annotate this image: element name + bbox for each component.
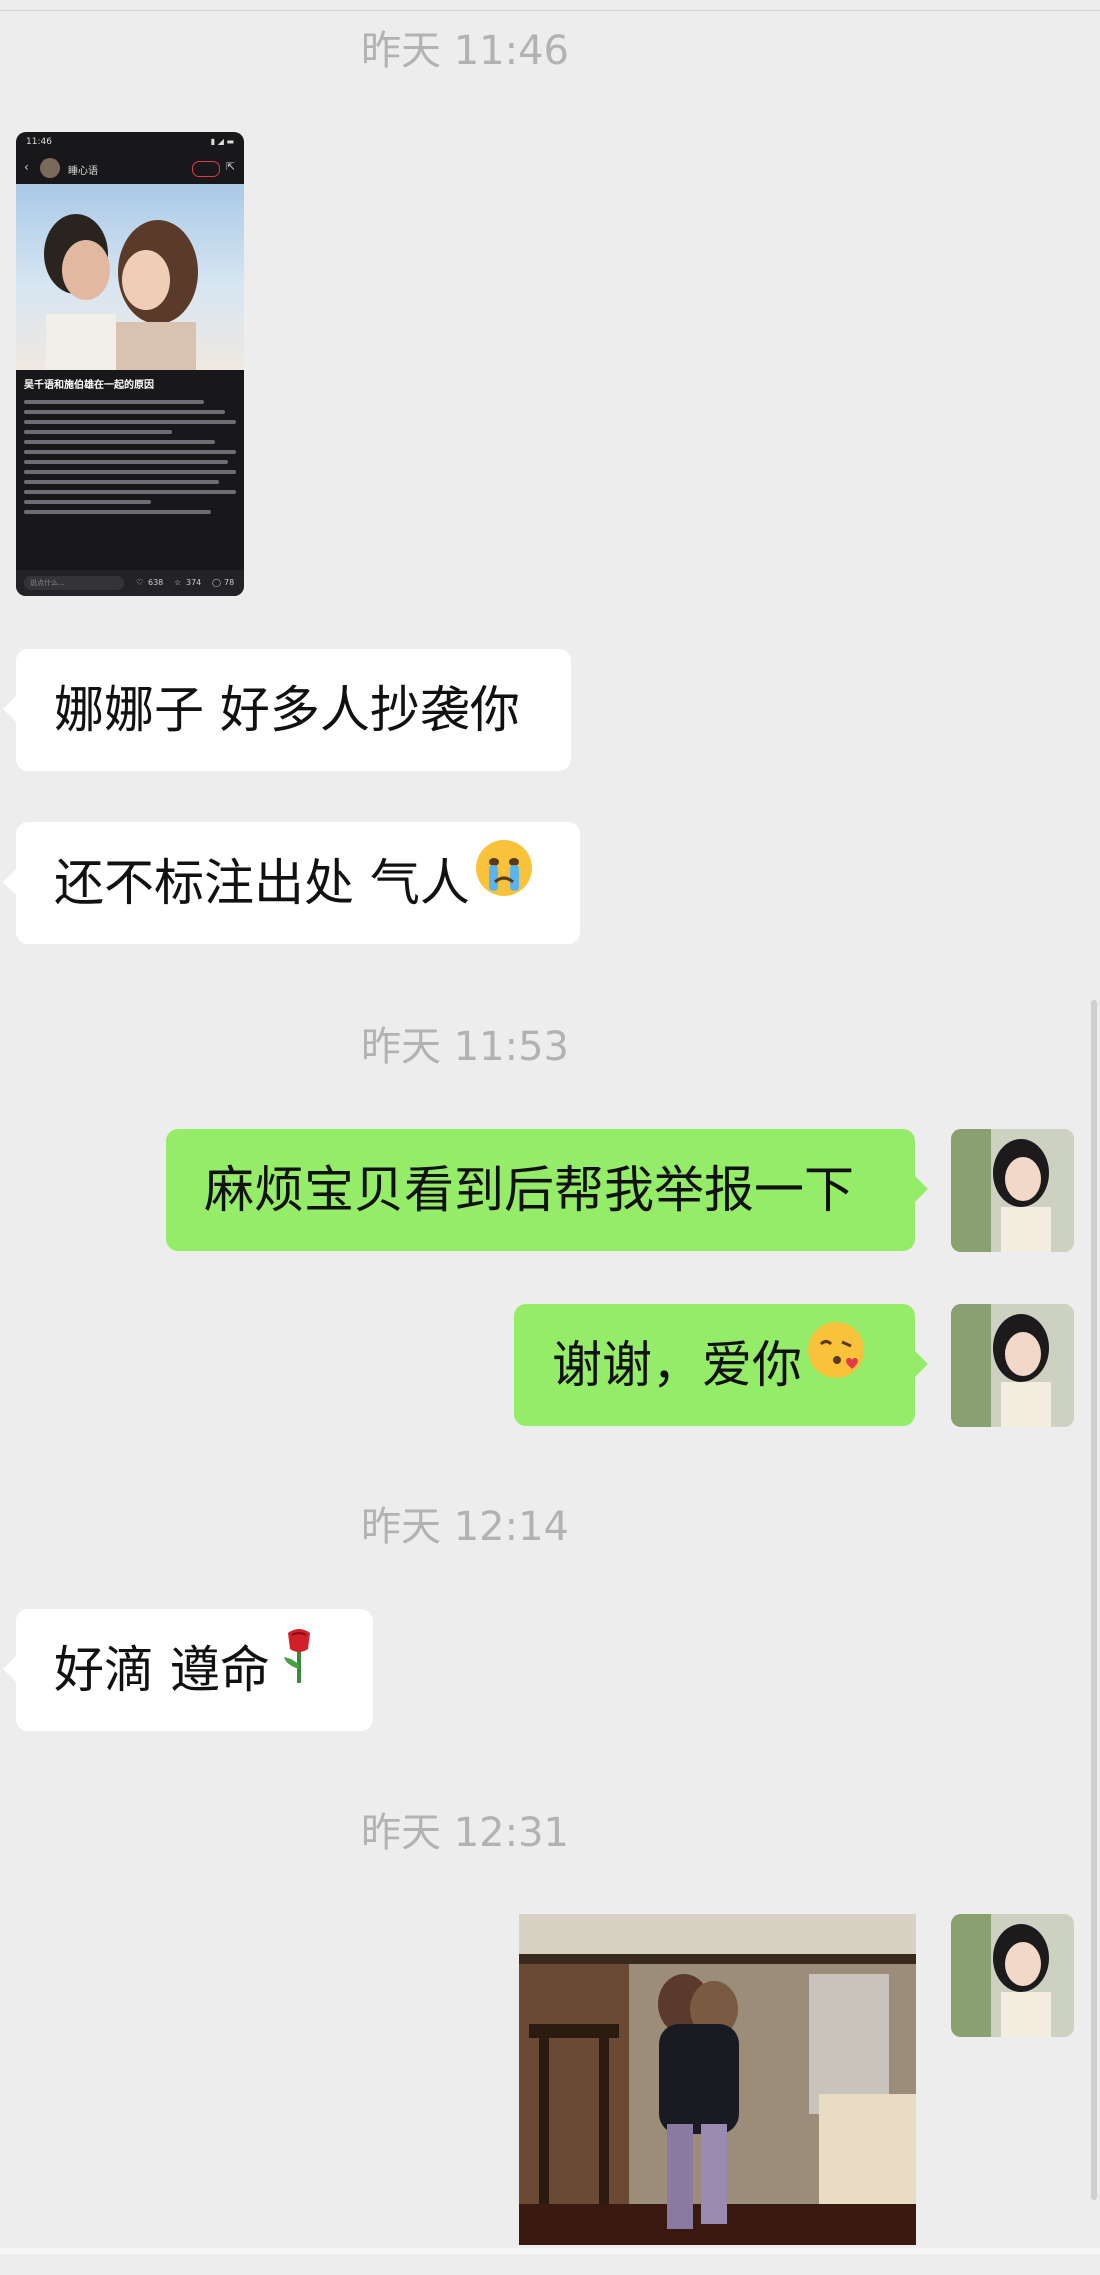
star-count: 374 [186, 578, 202, 587]
shared-gif-image[interactable] [519, 1914, 916, 2245]
timestamp: 昨天 11:53 [361, 1024, 569, 1070]
message-bubble-incoming[interactable]: 还不标注出处 气人 [3, 820, 580, 944]
comment-icon: ◯ [212, 578, 221, 587]
like-count: 638 [148, 578, 164, 587]
comment-count: 78 [224, 578, 235, 587]
like-icon: ♡ [136, 578, 144, 587]
star-icon: ☆ [174, 578, 182, 587]
status-time: 11:46 [26, 137, 52, 147]
message-bubble-outgoing[interactable]: 谢谢，爱你 [514, 1302, 928, 1426]
timestamp: 昨天 12:31 [361, 1810, 569, 1856]
avatar[interactable] [951, 1914, 1074, 2037]
timestamp: 昨天 11:46 [361, 28, 569, 74]
post-header: ‹ 睡心语 ⇱ [16, 154, 244, 184]
avatar[interactable] [951, 1304, 1074, 1427]
timestamp: 昨天 12:14 [361, 1504, 569, 1550]
top-divider [0, 10, 1100, 11]
scrollbar[interactable] [1091, 1000, 1097, 2200]
post-body-text [24, 394, 236, 520]
message-bubble-incoming[interactable]: 好滴 遵命 [3, 1607, 373, 1731]
kissing-heart-face-icon [806, 1302, 866, 1424]
post-footer: 说点什么... ♡ 638 ☆ 374 ◯ 78 [16, 570, 244, 596]
account-avatar [40, 158, 60, 178]
post-photo [16, 184, 244, 374]
share-icon: ⇱ [226, 160, 236, 173]
post-title: 吴千语和施伯雄在一起的原因 [24, 380, 154, 391]
message-text: 娜娜子 好多人抄袭你 [54, 681, 520, 739]
message-bubble-incoming[interactable]: 娜娜子 好多人抄袭你 [3, 649, 571, 771]
avatar[interactable] [951, 1129, 1074, 1252]
comment-placeholder: 说点什么... [30, 579, 65, 587]
shared-screenshot-image[interactable]: 11:46 ▮ ◢ ▬ ‹ 睡心语 ⇱ 吴千语和施伯雄在一起的原因 说点什么..… [16, 132, 244, 596]
message-text: 好滴 遵命 [54, 1641, 270, 1699]
message-text: 谢谢，爱你 [552, 1336, 802, 1394]
bottom-bar [0, 2248, 1100, 2254]
rose-icon [274, 1607, 324, 1729]
message-text: 麻烦宝贝看到后帮我举报一下 [204, 1161, 854, 1219]
message-text: 还不标注出处 气人 [54, 854, 470, 912]
back-icon: ‹ [24, 160, 29, 174]
follow-button [192, 161, 220, 177]
status-icons: ▮ ◢ ▬ [210, 137, 234, 146]
message-bubble-outgoing[interactable]: 麻烦宝贝看到后帮我举报一下 [166, 1129, 928, 1251]
account-name: 睡心语 [68, 166, 98, 177]
crying-face-icon [474, 820, 534, 942]
